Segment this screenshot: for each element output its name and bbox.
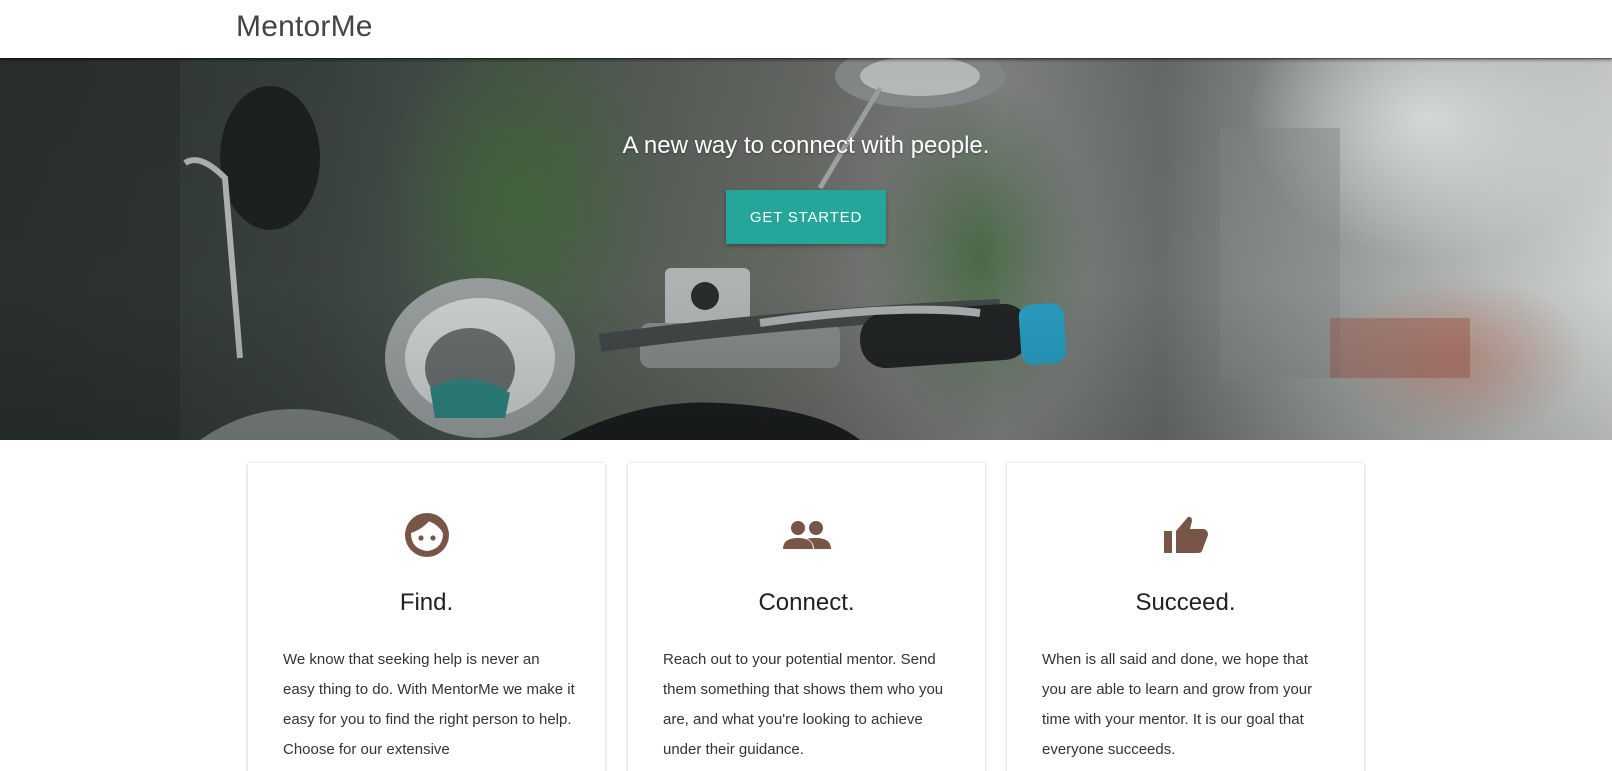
face-icon — [248, 511, 605, 561]
feature-description: Reach out to your potential mentor. Send… — [663, 651, 944, 758]
feature-card-succeed: Succeed. When is all said and done, we h… — [1007, 463, 1364, 771]
feature-title: Succeed. — [1135, 589, 1236, 616]
hero-title: A new way to connect with people. — [622, 132, 990, 159]
feature-card-find: Find. We know that seeking help is never… — [248, 463, 605, 771]
thumbs-up-icon — [1007, 511, 1364, 561]
hero-banner: A new way to connect with people. GET ST… — [0, 58, 1612, 440]
get-started-button[interactable]: GET STARTED — [726, 190, 886, 244]
hero-overlay — [0, 58, 1612, 440]
brand-logo[interactable]: MentorMe — [236, 10, 373, 44]
feature-card-connect: Connect. Reach out to your potential men… — [628, 463, 985, 771]
people-icon — [628, 511, 985, 561]
feature-description: When is all said and done, we hope that … — [1042, 651, 1313, 758]
feature-description: We know that seeking help is never an ea… — [283, 651, 575, 758]
navbar: MentorMe — [0, 0, 1612, 58]
feature-title: Connect. — [758, 589, 855, 616]
feature-title: Find. — [399, 589, 454, 616]
